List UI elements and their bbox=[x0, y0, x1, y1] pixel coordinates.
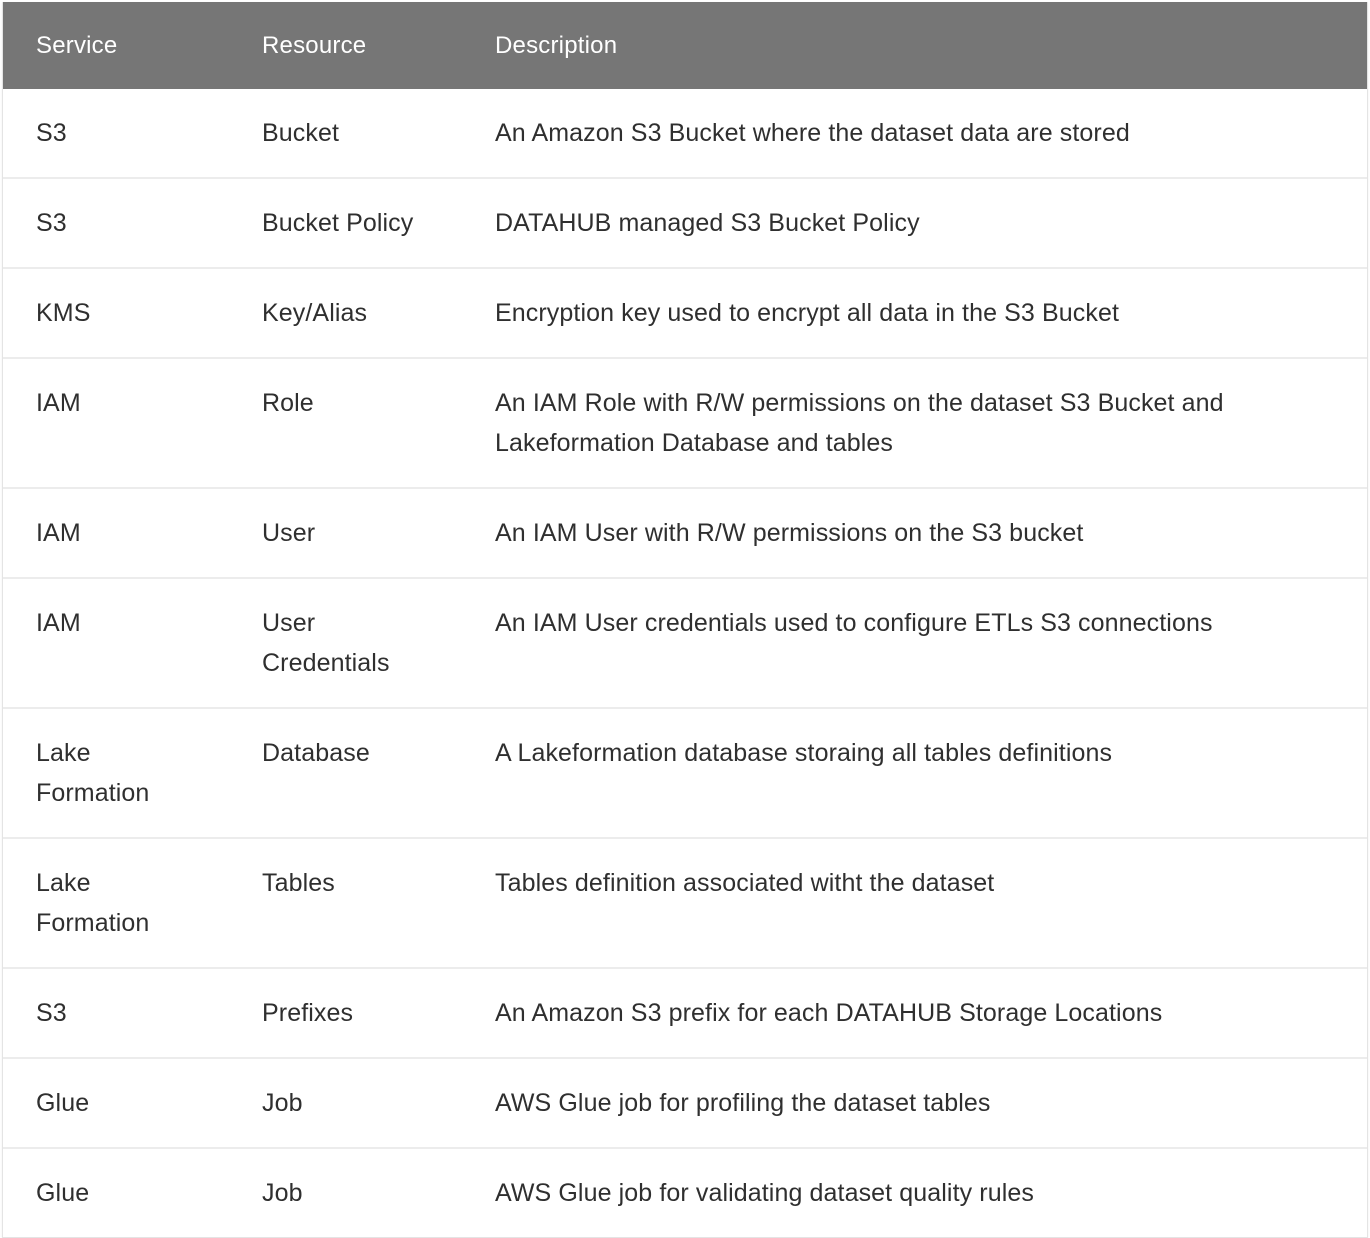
cell-resource: Prefixes bbox=[229, 967, 462, 1058]
cell-resource: Role bbox=[229, 357, 462, 488]
cell-description: An Amazon S3 Bucket where the dataset da… bbox=[495, 119, 1130, 147]
table-row: S3 Prefixes An Amazon S3 prefix for each… bbox=[3, 967, 1367, 1058]
cell-description: AWS Glue job for profiling the dataset t… bbox=[462, 1057, 1367, 1148]
cell-service: IAM bbox=[3, 577, 229, 708]
table-row: S3 Bucket An Amazon S3 Bucket where the … bbox=[3, 89, 1367, 178]
column-header-resource: Resource bbox=[262, 31, 367, 59]
cell-service: IAM bbox=[3, 487, 229, 578]
cell-description: AWS Glue job for validating dataset qual… bbox=[462, 1147, 1367, 1237]
cell-resource: Job bbox=[229, 1057, 462, 1148]
cell-service: Glue bbox=[3, 1057, 229, 1148]
cell-service: KMS bbox=[3, 267, 229, 358]
table-header: Service Resource Description bbox=[3, 2, 1367, 89]
cell-description: An IAM User credentials used to configur… bbox=[462, 577, 1367, 708]
cell-resource: User Credentials bbox=[229, 577, 462, 708]
cell-resource: Bucket Policy bbox=[229, 177, 462, 268]
cell-resource: User bbox=[229, 487, 462, 578]
table-body: S3 Bucket An Amazon S3 Bucket where the … bbox=[3, 89, 1367, 1237]
cell-description: Tables definition associated witht the d… bbox=[462, 837, 1367, 968]
column-header-description: Description bbox=[495, 31, 618, 59]
table-row: IAM Role An IAM Role with R/W permission… bbox=[3, 357, 1367, 488]
cell-service: Lake Formation bbox=[3, 707, 229, 838]
cell-resource: Database bbox=[229, 707, 462, 838]
cell-resource: Tables bbox=[229, 837, 462, 968]
table-row: IAM User Credentials An IAM User credent… bbox=[3, 577, 1367, 708]
cell-description: A Lakeformation database storaing all ta… bbox=[462, 707, 1367, 838]
cell-resource: Job bbox=[229, 1147, 462, 1237]
table-row: Glue Job AWS Glue job for validating dat… bbox=[3, 1147, 1367, 1237]
table-row: Glue Job AWS Glue job for profiling the … bbox=[3, 1057, 1367, 1148]
cell-description: An IAM Role with R/W permissions on the … bbox=[462, 357, 1367, 488]
cell-service: IAM bbox=[3, 357, 229, 488]
cell-description: DATAHUB managed S3 Bucket Policy bbox=[462, 177, 1367, 268]
table-row: KMS Key/Alias Encryption key used to enc… bbox=[3, 267, 1367, 358]
cell-service: S3 bbox=[36, 119, 67, 147]
resources-table-container: Service Resource Description S3 Bucket A… bbox=[2, 2, 1368, 1238]
table-row: Lake Formation Database A Lakeformation … bbox=[3, 707, 1367, 838]
table-row: Lake Formation Tables Tables definition … bbox=[3, 837, 1367, 968]
table-row: S3 Bucket Policy DATAHUB managed S3 Buck… bbox=[3, 177, 1367, 268]
cell-resource: Key/Alias bbox=[229, 267, 462, 358]
cell-description: Encryption key used to encrypt all data … bbox=[462, 267, 1367, 358]
cell-service: Lake Formation bbox=[3, 837, 229, 968]
column-header-service: Service bbox=[36, 31, 118, 59]
cell-service: S3 bbox=[3, 177, 229, 268]
table-row: IAM User An IAM User with R/W permission… bbox=[3, 487, 1367, 578]
cell-description: An IAM User with R/W permissions on the … bbox=[462, 487, 1367, 578]
cell-resource: Bucket bbox=[262, 119, 340, 147]
cell-service: S3 bbox=[3, 967, 229, 1058]
resources-table: Service Resource Description S3 Bucket A… bbox=[3, 2, 1367, 1237]
cell-service: Glue bbox=[3, 1147, 229, 1237]
table-header-row: Service Resource Description bbox=[3, 2, 1367, 89]
cell-description: An Amazon S3 prefix for each DATAHUB Sto… bbox=[462, 967, 1367, 1058]
